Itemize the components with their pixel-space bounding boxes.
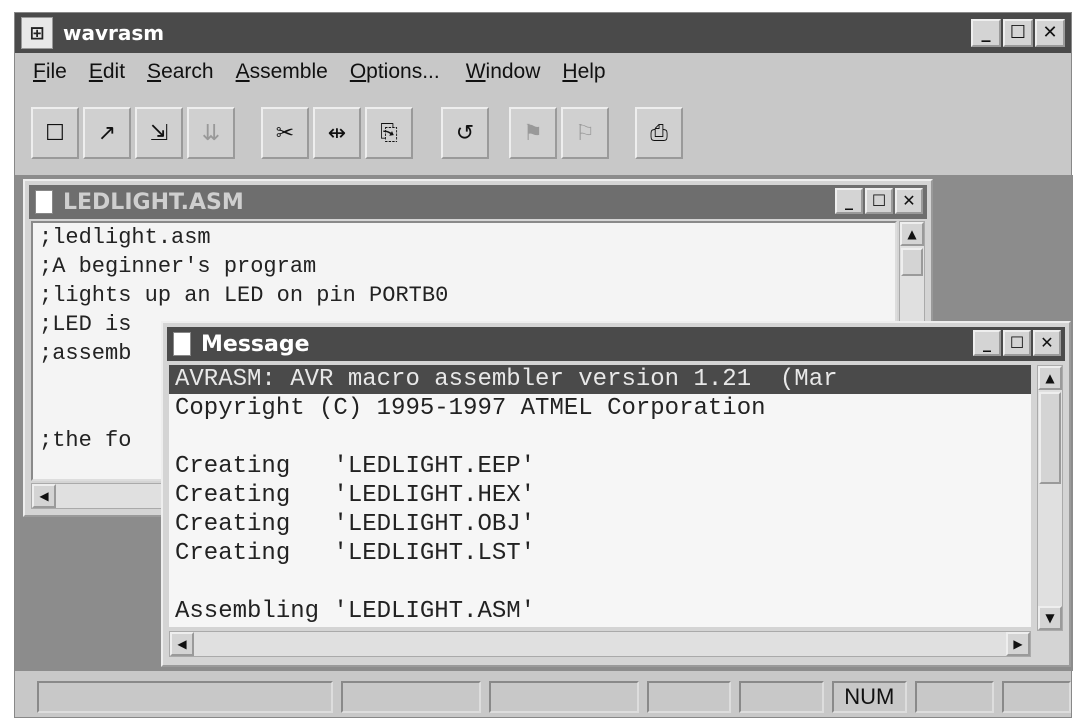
message-maximize-button[interactable]: ☐	[1003, 330, 1031, 356]
status-bar: NUM	[15, 677, 1072, 717]
message-close-button[interactable]: ✕	[1033, 330, 1061, 356]
status-panel	[914, 681, 994, 713]
status-panel	[37, 681, 333, 713]
editor-title: LEDLIGHT.ASM	[63, 189, 244, 215]
cut-icon[interactable]: ✂	[261, 107, 309, 159]
editor-maximize-button[interactable]: ☐	[865, 188, 893, 214]
message-titlebar[interactable]: Message _ ☐ ✕	[167, 327, 1065, 361]
code-line: ;ledlight.asm	[39, 225, 211, 250]
menu-options[interactable]: Options...	[350, 60, 440, 84]
document-icon	[173, 332, 191, 356]
assemble-icon[interactable]: ⚑	[509, 107, 557, 159]
editor-minimize-button[interactable]: _	[835, 188, 863, 214]
editor-titlebar[interactable]: LEDLIGHT.ASM _ ☐ ✕	[29, 185, 927, 219]
document-icon	[35, 190, 53, 214]
message-line: Creating 'LEDLIGHT.LST'	[175, 540, 536, 567]
app-icon[interactable]: ⊞	[21, 17, 53, 49]
minimize-button[interactable]: _	[971, 19, 1001, 47]
open-file-icon[interactable]: ↗	[83, 107, 131, 159]
status-panel	[1001, 681, 1072, 713]
menu-search[interactable]: Search	[147, 60, 214, 84]
code-line: ;A beginner's program	[39, 254, 317, 279]
message-window: Message _ ☐ ✕ AVRASM: AVR macro assemble…	[161, 321, 1071, 667]
message-line: Creating 'LEDLIGHT.EEP'	[175, 453, 536, 480]
scroll-thumb[interactable]	[901, 248, 923, 276]
message-line: Creating 'LEDLIGHT.OBJ'	[175, 511, 536, 538]
copy-icon[interactable]: ⇹	[313, 107, 361, 159]
scroll-up-arrow-icon[interactable]: ▲	[1038, 366, 1062, 390]
maximize-button[interactable]: ☐	[1003, 19, 1033, 47]
print-icon[interactable]: ⎙	[635, 107, 683, 159]
editor-close-button[interactable]: ✕	[895, 188, 923, 214]
scroll-right-arrow-icon[interactable]: ▶	[1006, 632, 1030, 656]
message-line	[169, 423, 1031, 452]
scroll-thumb[interactable]	[1039, 392, 1061, 484]
save-file-icon[interactable]: ⇲	[135, 107, 183, 159]
app-window: ⊞ wavrasm _ ☐ ✕ File Edit Search Assembl…	[14, 12, 1073, 718]
message-line	[169, 568, 1031, 597]
message-output[interactable]: AVRASM: AVR macro assembler version 1.21…	[169, 365, 1031, 627]
menu-bar: File Edit Search Assemble Options... Win…	[15, 57, 610, 87]
scroll-left-arrow-icon[interactable]: ◀	[170, 632, 194, 656]
code-line: ;lights up an LED on pin PORTB0	[39, 283, 449, 308]
menu-assemble[interactable]: Assemble	[236, 60, 328, 84]
scroll-down-arrow-icon[interactable]: ▼	[1038, 606, 1062, 630]
message-line: AVRASM: AVR macro assembler version 1.21…	[169, 365, 1031, 394]
scroll-up-arrow-icon[interactable]: ▲	[900, 222, 924, 246]
menu-help[interactable]: Help	[562, 60, 605, 84]
message-line: Creating 'LEDLIGHT.HEX'	[175, 482, 536, 509]
app-title: wavrasm	[63, 21, 165, 45]
scroll-left-arrow-icon[interactable]: ◀	[32, 484, 56, 508]
new-file-icon[interactable]: ☐	[31, 107, 79, 159]
message-horizontal-scrollbar[interactable]: ◀ ▶	[169, 631, 1031, 657]
message-line: Copyright (C) 1995-1997 ATMEL Corporatio…	[175, 395, 766, 422]
status-panel	[739, 681, 824, 713]
message-minimize-button[interactable]: _	[973, 330, 1001, 356]
message-vertical-scrollbar[interactable]: ▲ ▼	[1037, 365, 1063, 631]
menu-file[interactable]: File	[33, 60, 67, 84]
menu-edit[interactable]: Edit	[89, 60, 125, 84]
status-panel	[646, 681, 732, 713]
message-line: Assembling 'LEDLIGHT.ASM'	[175, 598, 536, 625]
num-lock-indicator: NUM	[831, 681, 907, 713]
app-titlebar[interactable]: ⊞ wavrasm _ ☐ ✕	[15, 13, 1071, 53]
editor-horizontal-scrollbar[interactable]: ◀	[31, 483, 181, 509]
status-panel	[340, 681, 482, 713]
build-icon[interactable]: ⚐	[561, 107, 609, 159]
close-button[interactable]: ✕	[1035, 19, 1065, 47]
paste-icon[interactable]: ⎘	[365, 107, 413, 159]
save-all-icon[interactable]: ⇊	[187, 107, 235, 159]
undo-icon[interactable]: ↺	[441, 107, 489, 159]
mdi-workspace: LEDLIGHT.ASM _ ☐ ✕ ;ledlight.asm ;A begi…	[15, 175, 1073, 671]
status-panel	[489, 681, 639, 713]
message-title: Message	[201, 331, 310, 357]
menu-window[interactable]: Window	[466, 60, 541, 84]
